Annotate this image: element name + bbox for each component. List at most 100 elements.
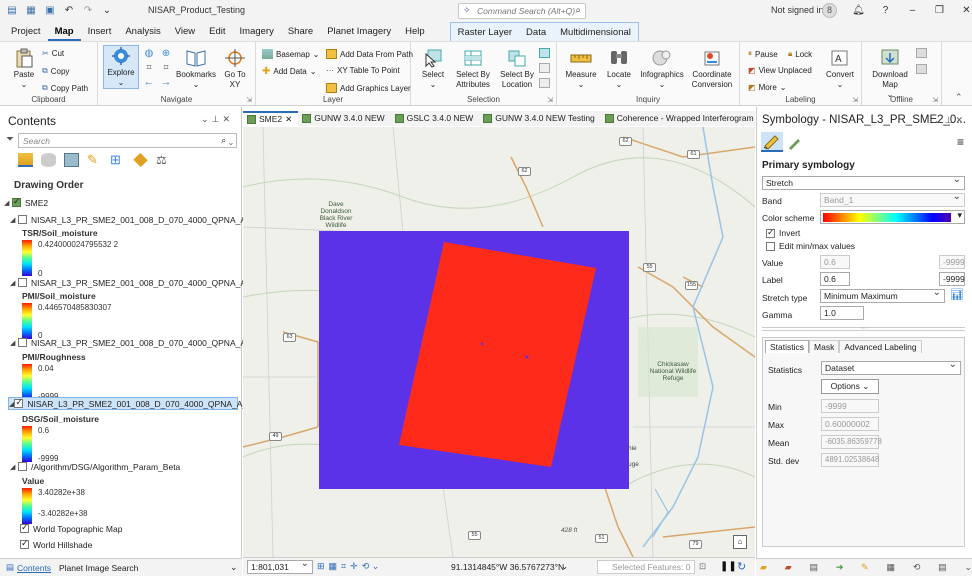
- redo-icon[interactable]: ↷: [81, 4, 95, 18]
- layer-visibility-checkbox[interactable]: [20, 522, 29, 533]
- tab-imagery[interactable]: Imagery: [233, 22, 281, 41]
- invert-checkbox[interactable]: Invert: [766, 227, 800, 238]
- new-project-icon[interactable]: ▤: [5, 4, 19, 18]
- collapse-ribbon-icon[interactable]: ⌃: [955, 92, 963, 103]
- measure-button[interactable]: Measure ⌄: [565, 48, 597, 90]
- fixed-zoom-in-icon[interactable]: ⊕: [159, 48, 173, 59]
- layer-visibility-checkbox[interactable]: [18, 338, 27, 347]
- selection-launcher-icon[interactable]: ⇲: [547, 96, 553, 104]
- restore-icon[interactable]: ❐: [926, 2, 953, 20]
- layer-visibility-checkbox[interactable]: [14, 397, 24, 408]
- minimize-icon[interactable]: –: [899, 2, 926, 20]
- tab-multidimensional[interactable]: Multidimensional: [553, 23, 638, 42]
- tab-contents[interactable]: ▤ Contents: [6, 562, 51, 573]
- layer-visibility-checkbox[interactable]: [18, 215, 27, 224]
- tab-advanced-labeling[interactable]: Advanced Labeling: [839, 340, 922, 353]
- tab-data[interactable]: Data: [519, 23, 554, 42]
- tab-share[interactable]: Share: [281, 22, 320, 41]
- list-by-perspective-icon[interactable]: ⚖: [156, 153, 171, 167]
- add-graphics-layer-button[interactable]: Add Graphics Layer: [326, 83, 411, 93]
- pin-icon[interactable]: ⊥: [945, 115, 956, 125]
- map-tab-coherence[interactable]: Coherence - Wrapped Interferogram: [601, 111, 760, 126]
- next-extent-icon[interactable]: →: [159, 76, 173, 88]
- pause-drawing-icon[interactable]: ❚❚: [720, 561, 737, 572]
- tab-statistics[interactable]: Statistics: [765, 340, 810, 353]
- map-tab-gunw[interactable]: GUNW 3.4.0 NEW: [298, 111, 390, 126]
- previous-extent-icon[interactable]: ←: [142, 76, 156, 88]
- lock-labeling-button[interactable]: 🔒︎ Lock: [788, 49, 812, 59]
- selected-features-count[interactable]: Selected Features: 0: [597, 560, 695, 574]
- save-icon[interactable]: ▣: [43, 4, 57, 18]
- paste-button[interactable]: Paste ⌄: [10, 48, 38, 90]
- infographics-button[interactable]: Infographics ⌄: [639, 48, 685, 90]
- navigate-launcher-icon[interactable]: ⇲: [246, 96, 252, 104]
- locate-button[interactable]: Locate ⌄: [603, 48, 635, 90]
- label-high-input[interactable]: 0.6: [820, 272, 850, 286]
- switch-selection-icon[interactable]: [539, 63, 550, 73]
- value-high-input[interactable]: 0.6: [820, 255, 850, 269]
- snapping-icon[interactable]: ⌗: [341, 561, 346, 572]
- close-pane-icon[interactable]: ✕: [222, 114, 233, 124]
- pause-labeling-button[interactable]: ⏸ Pause: [748, 49, 778, 59]
- list-by-source-icon[interactable]: [41, 153, 56, 167]
- tab-project[interactable]: Project: [4, 22, 48, 41]
- offline-launcher-icon[interactable]: ⇲: [932, 96, 938, 104]
- explore-button[interactable]: Explore ⌄: [103, 45, 139, 89]
- primary-symbology-tab[interactable]: [761, 132, 783, 152]
- select-button[interactable]: Select ⌄: [419, 48, 447, 90]
- options-button[interactable]: Options ⌄: [821, 379, 879, 394]
- layer-visibility-checkbox[interactable]: [18, 278, 27, 287]
- coordinate-conversion-button[interactable]: Coordinate Conversion: [689, 48, 735, 90]
- bookmarks-button[interactable]: Bookmarks ⌄: [176, 48, 216, 90]
- list-by-snapping-icon[interactable]: ⊞: [110, 153, 125, 167]
- filter-icon[interactable]: ⏷: [6, 134, 14, 145]
- view-unplaced-button[interactable]: ◩ View Unplaced: [748, 66, 812, 75]
- export-tab-icon[interactable]: ▤ ‥: [810, 562, 826, 576]
- list-by-selection-icon[interactable]: [64, 153, 79, 167]
- layer-item-selected[interactable]: ◢NISAR_L3_PR_SME2_001_008_D_070_4000_QPN…: [8, 397, 283, 410]
- statistics-source-dropdown[interactable]: Dataset: [821, 359, 961, 375]
- map-tab-gslc[interactable]: GSLC 3.4.0 NEW: [391, 111, 480, 126]
- edit-minmax-checkbox-box[interactable]: [766, 241, 775, 251]
- tab-planet-image-search[interactable]: Planet Image Search: [59, 563, 138, 573]
- tab-edit[interactable]: Edit: [202, 22, 232, 41]
- vary-symbology-tab[interactable]: [787, 135, 803, 151]
- collapse-icon[interactable]: ◢: [4, 199, 12, 207]
- label-low-input[interactable]: -9999: [939, 272, 965, 286]
- full-extent-icon[interactable]: ◍: [142, 48, 156, 59]
- close-pane-icon[interactable]: ✕: [955, 115, 966, 125]
- tab-raster-layer[interactable]: Raster Layer: [450, 23, 520, 42]
- coordinate-format-dropdown-icon[interactable]: ⌄: [561, 561, 568, 572]
- refresh-map-icon[interactable]: ↻: [737, 560, 746, 573]
- color-scheme-dropdown[interactable]: ▾: [820, 210, 965, 224]
- layer-visibility-checkbox[interactable]: [18, 462, 27, 471]
- list-by-drawing-order-icon[interactable]: [18, 153, 33, 167]
- attributes-icon[interactable]: [539, 48, 550, 58]
- labeling-launcher-icon[interactable]: ⇲: [852, 96, 858, 104]
- attributes-tab-icon[interactable]: ▦ ‥: [887, 562, 903, 576]
- add-data-button[interactable]: ✚ Add Data ⌄: [262, 66, 316, 77]
- list-by-labeling-icon[interactable]: [133, 152, 148, 168]
- layout-tab-icon[interactable]: ▤ ‥: [938, 562, 954, 576]
- basemap-button[interactable]: Basemap ⌄: [262, 49, 320, 59]
- cut-button[interactable]: ✂ Cut: [42, 49, 64, 58]
- scale-lock-icon[interactable]: ⊞: [317, 561, 325, 572]
- select-by-location-button[interactable]: Select By Location: [497, 48, 537, 90]
- collapse-icon[interactable]: ◢: [10, 216, 18, 224]
- tab-insert[interactable]: Insert: [81, 22, 119, 41]
- map-view[interactable]: Dave Donaldson Black River Wildlife Chic…: [243, 127, 755, 557]
- collapse-icon[interactable]: ◢: [10, 339, 18, 347]
- collapse-icon[interactable]: ◢: [10, 463, 18, 471]
- grid-icon[interactable]: ▦: [329, 561, 338, 572]
- go-to-xy-button[interactable]: Go To XY: [220, 48, 250, 90]
- sync-icon[interactable]: [916, 48, 927, 58]
- renderer-dropdown[interactable]: Stretch: [762, 174, 965, 190]
- remove-offline-icon[interactable]: [916, 64, 927, 74]
- more-labeling-button[interactable]: ◩ More ⌄: [748, 83, 787, 92]
- sign-in-status[interactable]: Not signed in: [771, 5, 824, 15]
- value-low-input[interactable]: -9999: [939, 255, 965, 269]
- layer-visibility-checkbox[interactable]: [12, 196, 21, 207]
- customize-qat-icon[interactable]: ⌄: [100, 4, 114, 18]
- collapse-icon[interactable]: ◢: [10, 279, 18, 287]
- pane-options-icon[interactable]: ⌄: [201, 114, 212, 124]
